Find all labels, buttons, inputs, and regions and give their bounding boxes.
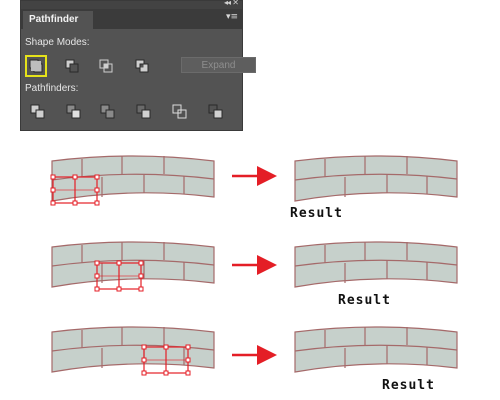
brick-strip-before[interactable]	[51, 241, 215, 288]
result-label: Result	[338, 293, 391, 308]
brick-strip-result[interactable]	[294, 326, 458, 373]
result-label: Result	[382, 378, 435, 393]
brick-strip-result[interactable]	[294, 241, 458, 288]
brick-strip-result[interactable]	[294, 155, 458, 202]
pathfinder-diagram	[50, 155, 458, 376]
result-label: Result	[290, 206, 343, 221]
